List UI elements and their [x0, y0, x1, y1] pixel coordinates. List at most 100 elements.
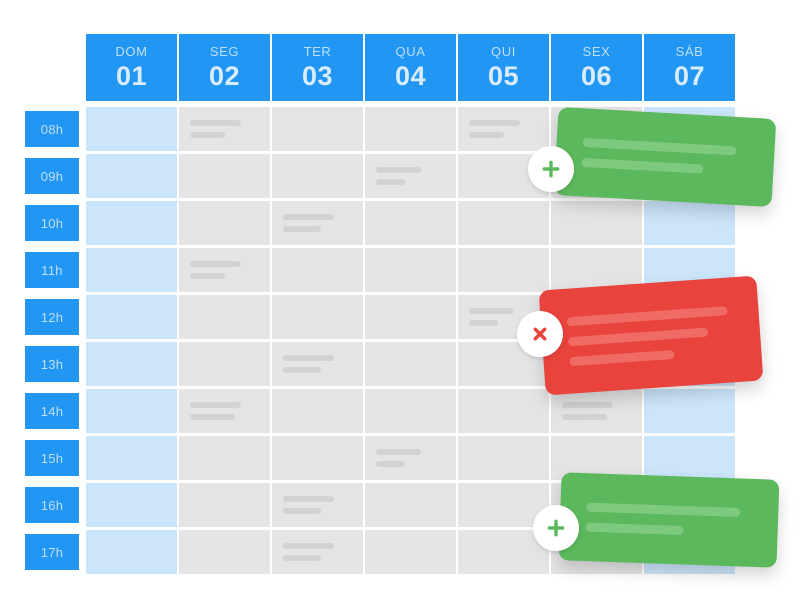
- calendar-slot[interactable]: [86, 436, 177, 480]
- slot-bar: [282, 496, 334, 502]
- event-card-placeholder-bars: [566, 305, 744, 366]
- calendar-slot[interactable]: [179, 295, 270, 339]
- day-header-number: 04: [394, 61, 427, 91]
- calendar-slot[interactable]: [458, 389, 549, 433]
- day-header-weekday: SÁB: [675, 44, 704, 59]
- calendar-slot[interactable]: [272, 248, 363, 292]
- day-header-sáb[interactable]: SÁB 07: [644, 34, 735, 101]
- slot-bar: [189, 132, 225, 138]
- calendar-widget: DOM 01 SEG 02 TER 03 QUA 04 QUI 05 SEX 06 SÁB 07 08h 09…: [0, 0, 800, 600]
- cancel-event-badge-middle[interactable]: [517, 311, 563, 357]
- day-header-ter[interactable]: TER 03: [272, 34, 363, 101]
- day-header-number: 07: [673, 61, 706, 91]
- event-card-placeholder-bars: [585, 502, 761, 538]
- slot-bar: [282, 508, 321, 514]
- calendar-slot[interactable]: [179, 389, 270, 433]
- calendar-slot[interactable]: [272, 483, 363, 527]
- calendar-slot[interactable]: [179, 107, 270, 151]
- calendar-slot[interactable]: [86, 389, 177, 433]
- calendar-slot[interactable]: [365, 436, 456, 480]
- calendar-slot[interactable]: [272, 107, 363, 151]
- event-card-placeholder-bars: [581, 137, 757, 177]
- calendar-slot[interactable]: [179, 154, 270, 198]
- event-card-bar: [568, 327, 708, 346]
- time-label-15h: 15h: [25, 440, 79, 476]
- calendar-slot[interactable]: [272, 154, 363, 198]
- calendar-slot[interactable]: [551, 201, 642, 245]
- plus-icon: [539, 157, 563, 181]
- event-card-green-bottom[interactable]: [558, 472, 780, 568]
- calendar-slot[interactable]: [86, 107, 177, 151]
- calendar-slot[interactable]: [458, 201, 549, 245]
- calendar-slot[interactable]: [365, 530, 456, 574]
- day-header-dom[interactable]: DOM 01: [86, 34, 177, 101]
- event-card-bar: [566, 305, 728, 326]
- calendar-slot[interactable]: [365, 483, 456, 527]
- calendar-slot[interactable]: [86, 154, 177, 198]
- calendar-slot[interactable]: [644, 389, 735, 433]
- slot-bar: [189, 414, 236, 420]
- calendar-slot[interactable]: [365, 154, 456, 198]
- calendar-slot[interactable]: [458, 248, 549, 292]
- slot-bar: [282, 214, 334, 220]
- day-header-seg[interactable]: SEG 02: [179, 34, 270, 101]
- calendar-slot[interactable]: [644, 201, 735, 245]
- time-label-09h: 09h: [25, 158, 79, 194]
- calendar-slot[interactable]: [86, 248, 177, 292]
- slot-placeholder-bars: [375, 449, 449, 467]
- calendar-slot[interactable]: [365, 389, 456, 433]
- calendar-slot[interactable]: [86, 342, 177, 386]
- day-header-qua[interactable]: QUA 04: [365, 34, 456, 101]
- calendar-slot[interactable]: [272, 342, 363, 386]
- day-header-sex[interactable]: SEX 06: [551, 34, 642, 101]
- event-card-bar: [585, 522, 684, 536]
- calendar-slot[interactable]: [272, 530, 363, 574]
- calendar-slot[interactable]: [179, 342, 270, 386]
- slot-bar: [468, 132, 504, 138]
- calendar-slot[interactable]: [86, 483, 177, 527]
- calendar-slot[interactable]: [458, 436, 549, 480]
- event-card-bar: [582, 137, 737, 156]
- calendar-slot[interactable]: [86, 201, 177, 245]
- calendar-slot[interactable]: [179, 530, 270, 574]
- event-card-green-top[interactable]: [553, 106, 777, 208]
- calendar-slot[interactable]: [272, 201, 363, 245]
- slot-bar: [375, 461, 406, 467]
- calendar-slot[interactable]: [272, 295, 363, 339]
- time-label-08h: 08h: [25, 111, 79, 147]
- slot-bar: [375, 449, 422, 455]
- add-event-badge-top[interactable]: [528, 146, 574, 192]
- calendar-slot[interactable]: [365, 342, 456, 386]
- calendar-slot[interactable]: [86, 295, 177, 339]
- calendar-slot[interactable]: [86, 530, 177, 574]
- slot-placeholder-bars: [189, 402, 263, 420]
- calendar-slot[interactable]: [272, 436, 363, 480]
- add-event-badge-bottom[interactable]: [533, 505, 579, 551]
- day-header-number: 03: [301, 61, 334, 91]
- time-label-11h: 11h: [25, 252, 79, 288]
- day-header-weekday: QUA: [395, 44, 426, 59]
- day-header-number: 06: [580, 61, 613, 91]
- slot-bar: [282, 355, 334, 361]
- calendar-slot[interactable]: [365, 107, 456, 151]
- calendar-slot[interactable]: [179, 436, 270, 480]
- calendar-slot[interactable]: [179, 483, 270, 527]
- calendar-slot[interactable]: [644, 436, 735, 480]
- day-header-weekday: SEX: [582, 44, 611, 59]
- calendar-slot[interactable]: [179, 201, 270, 245]
- slot-bar: [468, 320, 499, 326]
- calendar-slot[interactable]: [365, 248, 456, 292]
- slot-bar: [189, 261, 241, 267]
- calendar-slot[interactable]: [179, 248, 270, 292]
- slot-bar: [282, 367, 321, 373]
- calendar-slot[interactable]: [365, 295, 456, 339]
- event-card-red-middle[interactable]: [538, 275, 764, 396]
- calendar-slot[interactable]: [551, 389, 642, 433]
- calendar-slot[interactable]: [458, 107, 549, 151]
- slot-bar: [468, 308, 515, 314]
- calendar-slot[interactable]: [272, 389, 363, 433]
- calendar-slot[interactable]: [365, 201, 456, 245]
- slot-placeholder-bars: [282, 543, 356, 561]
- day-header-weekday: SEG: [209, 44, 240, 59]
- day-header-qui[interactable]: QUI 05: [458, 34, 549, 101]
